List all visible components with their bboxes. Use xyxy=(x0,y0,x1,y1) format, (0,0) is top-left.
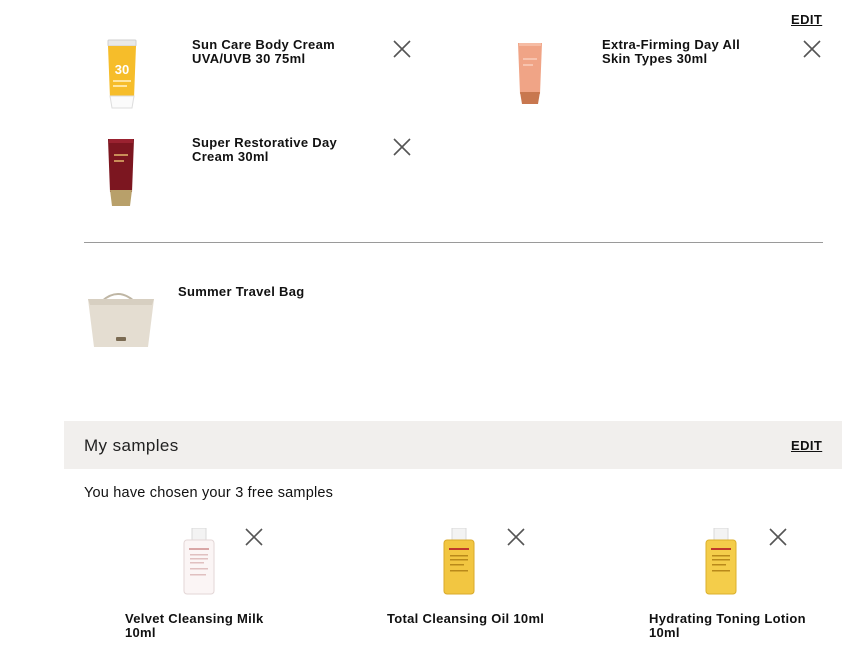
remove-sample-icon[interactable] xyxy=(506,527,526,547)
sample-name: Hydrating Toning Lotion 10ml xyxy=(649,611,806,640)
remove-sample-icon[interactable] xyxy=(768,527,788,547)
edit-samples-link[interactable]: EDIT xyxy=(791,438,822,453)
sample-item: Hydrating Toning Lotion 10ml xyxy=(649,527,849,658)
tote-bag-icon xyxy=(86,285,166,375)
sun-cream-tube-icon: 30 xyxy=(98,38,178,128)
cart-item: 30 Sun Care Body Cream UVA/UVB 30 75ml xyxy=(98,38,438,128)
samples-title: My samples xyxy=(84,436,179,455)
remove-item-icon[interactable] xyxy=(802,39,822,59)
remove-item-icon[interactable] xyxy=(392,137,412,157)
sample-name: Total Cleansing Oil 10ml xyxy=(387,611,545,626)
samples-note: You have chosen your 3 free samples xyxy=(84,485,334,501)
product-name: Sun Care Body Cream UVA/UVB 30 75ml xyxy=(192,37,335,66)
sample-item: Total Cleansing Oil 10ml xyxy=(387,527,587,658)
remove-item-icon[interactable] xyxy=(392,39,412,59)
yellow-bottle-icon xyxy=(441,527,477,604)
peach-tube-icon xyxy=(508,38,588,128)
red-tube-icon xyxy=(98,136,178,226)
section-divider xyxy=(84,242,823,243)
spf-badge: 30 xyxy=(115,62,129,77)
remove-sample-icon[interactable] xyxy=(244,527,264,547)
gift-name: Summer Travel Bag xyxy=(178,284,305,299)
gift-item: Summer Travel Bag xyxy=(86,285,426,375)
yellow-bottle-icon xyxy=(703,527,739,604)
product-name: Super Restorative Day Cream 30ml xyxy=(192,135,338,164)
cart-item: Extra-Firming Day All Skin Types 30ml xyxy=(508,38,848,128)
edit-cart-link[interactable]: EDIT xyxy=(791,12,822,27)
product-name: Extra-Firming Day All Skin Types 30ml xyxy=(602,37,741,66)
white-bottle-icon xyxy=(181,527,217,604)
cart-item: Super Restorative Day Cream 30ml xyxy=(98,136,438,226)
sample-name: Velvet Cleansing Milk 10ml xyxy=(125,611,264,640)
samples-header: My samples EDIT xyxy=(64,421,842,469)
sample-item: Velvet Cleansing Milk 10ml xyxy=(125,527,325,658)
